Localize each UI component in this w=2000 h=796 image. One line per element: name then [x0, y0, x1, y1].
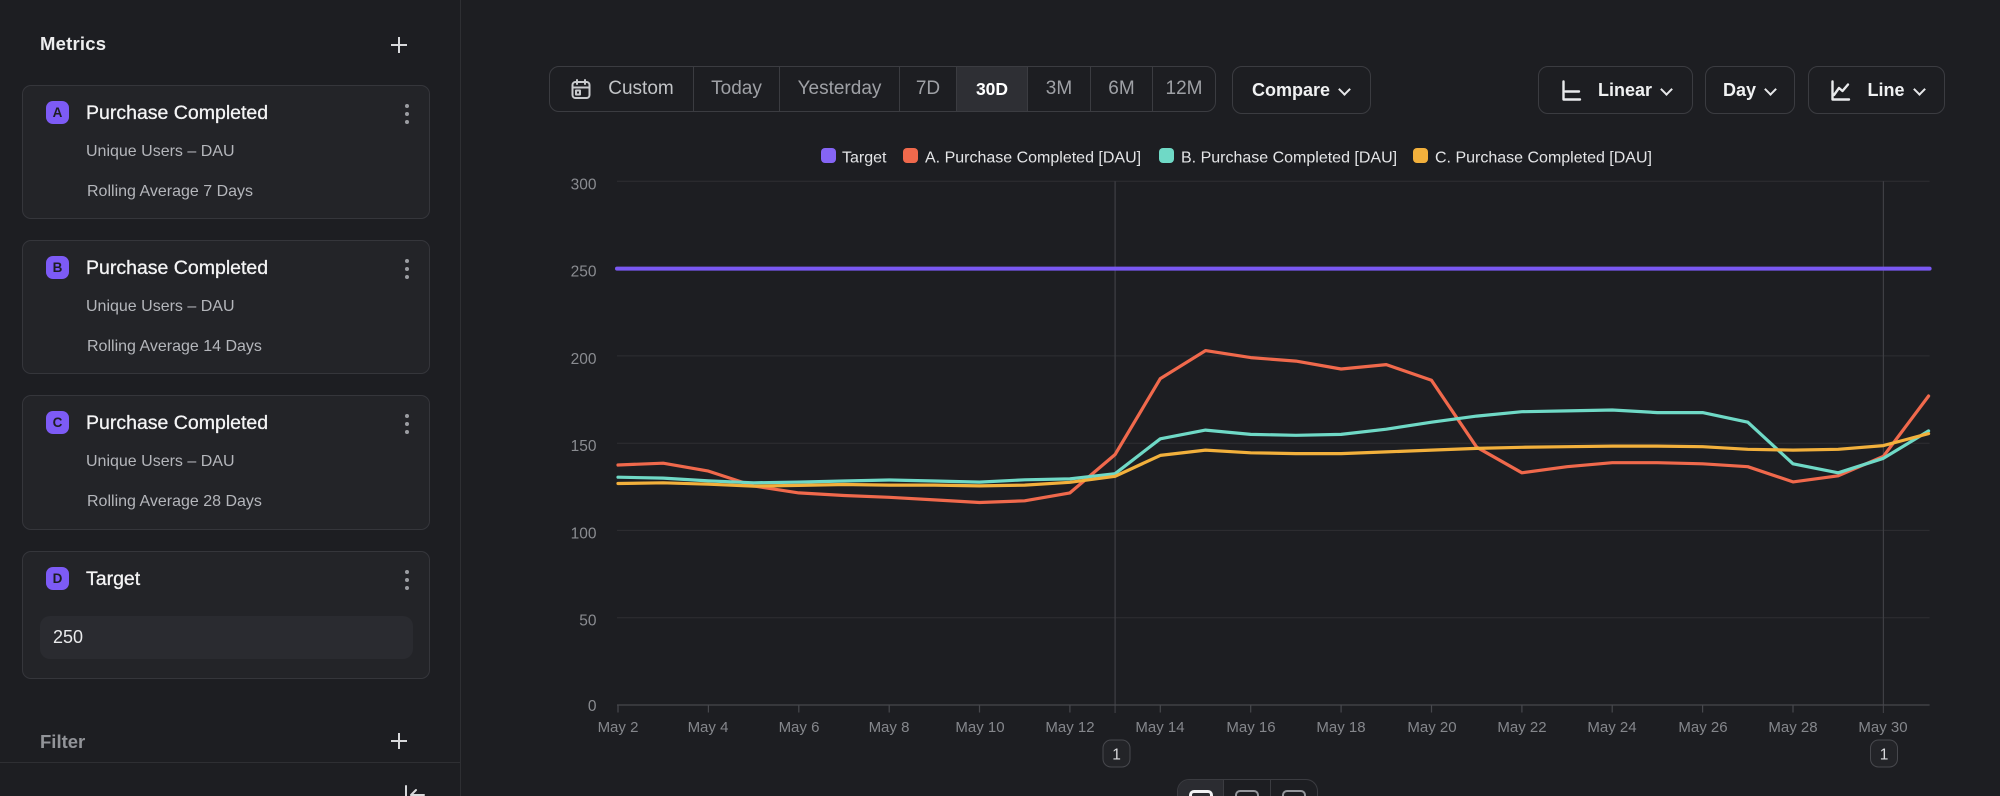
svg-text:May 10: May 10 [955, 719, 1004, 736]
svg-text:May 24: May 24 [1587, 719, 1636, 736]
svg-text:May 4: May 4 [688, 719, 729, 736]
svg-text:C. Purchase Completed [DAU]: C. Purchase Completed [DAU] [1435, 150, 1652, 167]
svg-text:May 28: May 28 [1768, 719, 1817, 736]
svg-text:A. Purchase Completed [DAU]: A. Purchase Completed [DAU] [925, 150, 1141, 167]
svg-text:May 6: May 6 [779, 719, 820, 736]
svg-text:300: 300 [571, 176, 597, 193]
svg-text:May 14: May 14 [1135, 719, 1184, 736]
svg-text:200: 200 [571, 351, 597, 368]
svg-text:May 20: May 20 [1407, 719, 1456, 736]
svg-text:May 22: May 22 [1497, 719, 1546, 736]
svg-text:1: 1 [1880, 747, 1889, 764]
svg-text:250: 250 [571, 264, 597, 281]
svg-text:May 12: May 12 [1045, 719, 1094, 736]
svg-text:50: 50 [579, 613, 597, 630]
svg-text:B. Purchase Completed [DAU]: B. Purchase Completed [DAU] [1181, 150, 1397, 167]
svg-text:0: 0 [588, 698, 597, 715]
svg-text:150: 150 [571, 438, 597, 455]
svg-text:May 26: May 26 [1678, 719, 1727, 736]
svg-text:May 2: May 2 [598, 719, 639, 736]
svg-text:100: 100 [571, 525, 597, 542]
svg-text:Target: Target [842, 150, 887, 167]
svg-text:May 16: May 16 [1226, 719, 1275, 736]
svg-text:1: 1 [1112, 747, 1121, 764]
svg-text:May 30: May 30 [1858, 719, 1907, 736]
svg-text:May 8: May 8 [869, 719, 910, 736]
svg-text:May 18: May 18 [1316, 719, 1365, 736]
